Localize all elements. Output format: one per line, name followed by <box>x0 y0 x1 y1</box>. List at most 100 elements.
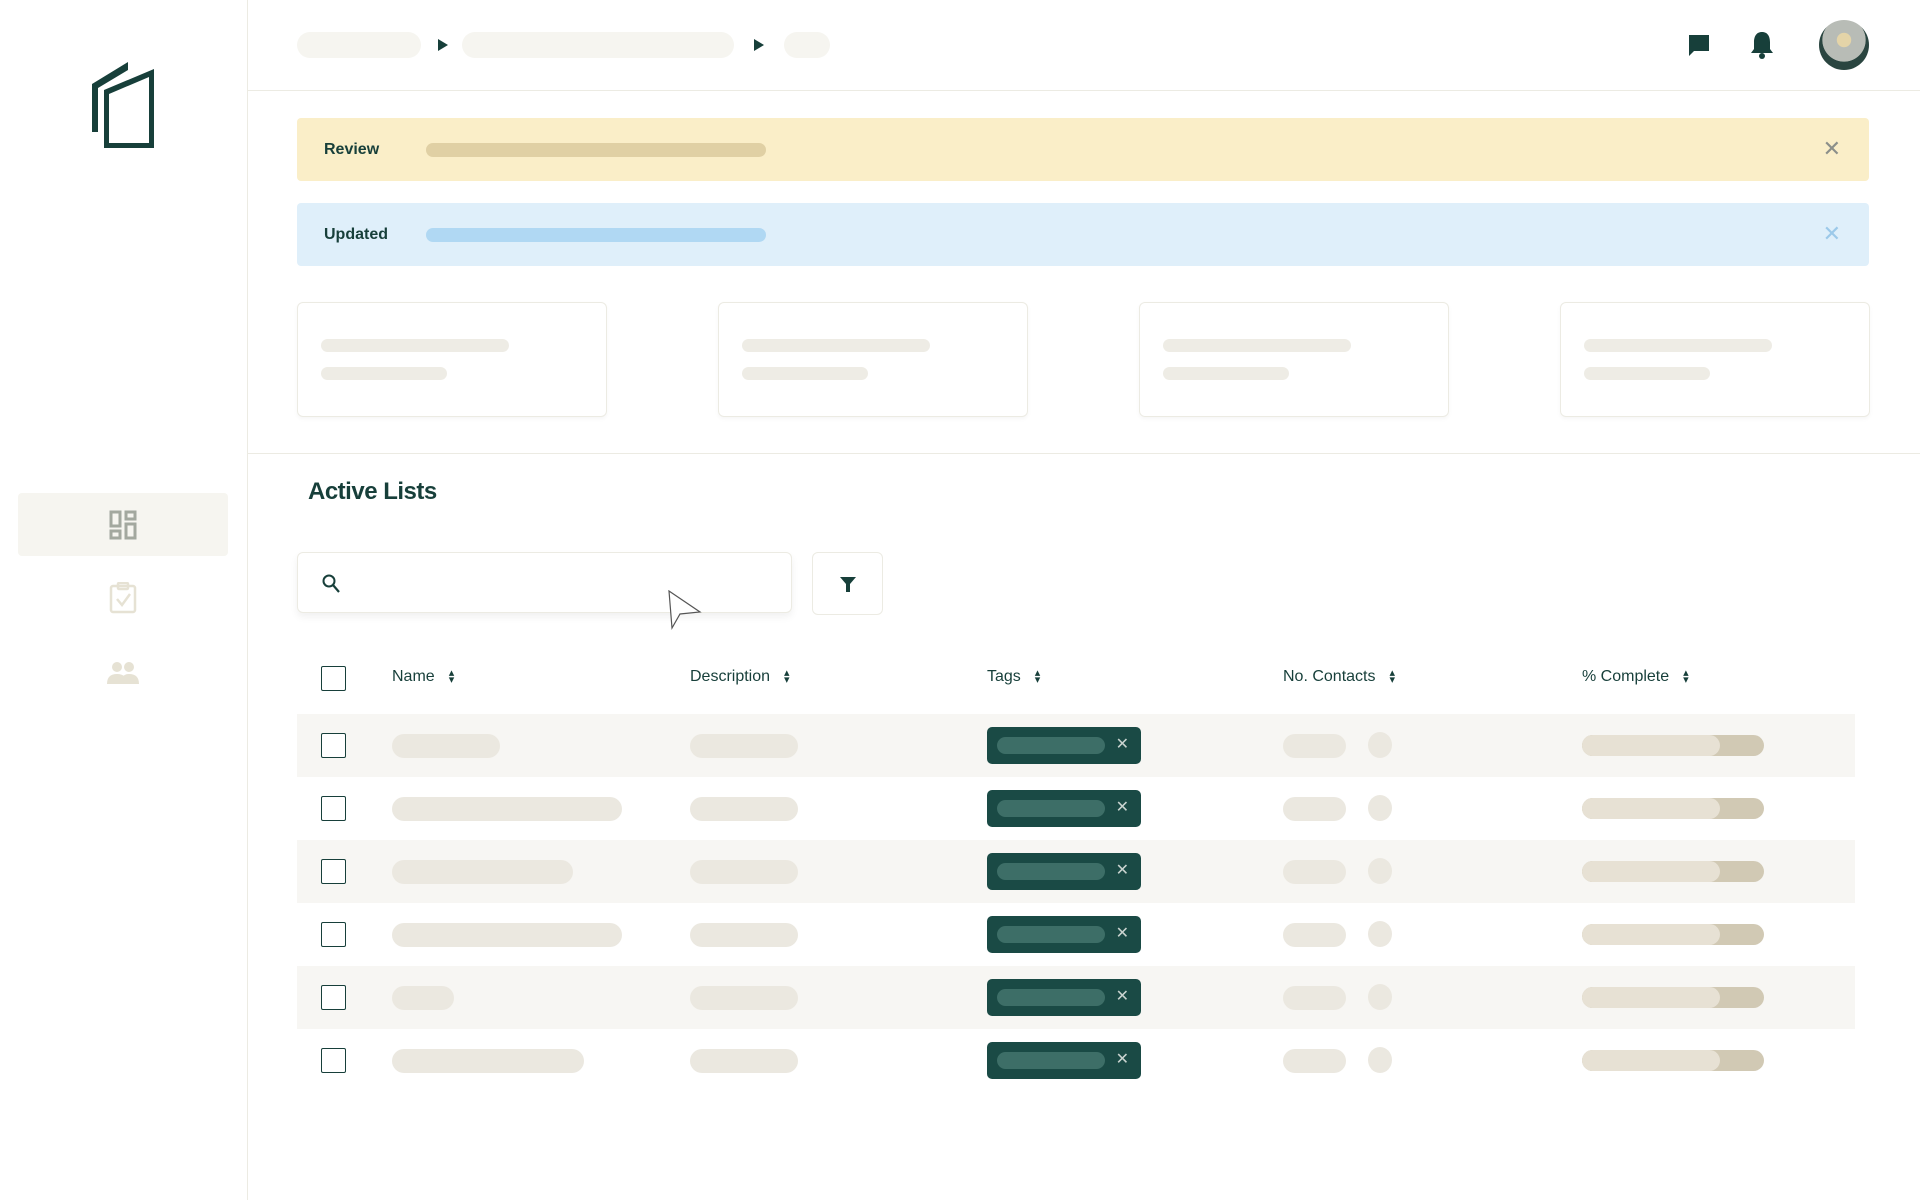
divider <box>248 453 1920 454</box>
contacts-placeholder <box>1283 860 1346 884</box>
contacts-dot <box>1368 921 1392 947</box>
table-row[interactable]: ✕ <box>297 903 1855 966</box>
column-header[interactable]: % Complete ▴ ▾ <box>1582 668 1689 686</box>
sidebar-item-dashboard[interactable] <box>18 493 228 556</box>
description-placeholder <box>690 1049 798 1073</box>
column-header-label: No. Contacts <box>1283 668 1376 685</box>
table-row[interactable]: ✕ <box>297 966 1855 1029</box>
row-checkbox[interactable] <box>321 859 346 884</box>
stat-card <box>1139 302 1449 417</box>
progress-bar <box>1582 1050 1764 1071</box>
tag-remove-icon[interactable]: ✕ <box>1116 925 1129 943</box>
filter-button[interactable] <box>812 552 883 615</box>
breadcrumb-arrow-icon <box>754 39 764 51</box>
sort-icon[interactable]: ▴ ▾ <box>1035 668 1041 686</box>
row-checkbox[interactable] <box>321 796 346 821</box>
sort-icon[interactable]: ▴ ▾ <box>1389 668 1395 686</box>
people-icon <box>107 661 139 684</box>
contacts-placeholder <box>1283 923 1346 947</box>
select-all-checkbox[interactable] <box>321 666 346 691</box>
clipboard-check-icon <box>109 581 137 613</box>
breadcrumb-arrow-icon <box>438 39 448 51</box>
column-header-label: Description <box>690 668 771 685</box>
chat-icon[interactable] <box>1688 34 1710 57</box>
name-placeholder <box>392 860 573 884</box>
name-placeholder <box>392 734 500 758</box>
contacts-placeholder <box>1283 1049 1346 1073</box>
tag-chip[interactable]: ✕ <box>987 1042 1141 1079</box>
description-placeholder <box>690 797 798 821</box>
search-icon <box>322 574 340 593</box>
description-placeholder <box>690 923 798 947</box>
table-row[interactable]: ✕ <box>297 840 1855 903</box>
tag-remove-icon[interactable]: ✕ <box>1116 862 1129 880</box>
tag-chip[interactable]: ✕ <box>987 790 1141 827</box>
table-row[interactable]: ✕ <box>297 1029 1855 1092</box>
column-header[interactable]: Name ▴ ▾ <box>392 668 454 686</box>
progress-bar <box>1582 924 1764 945</box>
sidebar-item-contacts[interactable] <box>18 641 228 704</box>
filter-icon <box>839 576 856 592</box>
contacts-placeholder <box>1283 986 1346 1010</box>
close-icon[interactable]: ✕ <box>1823 138 1841 160</box>
banner-label: Updated <box>324 225 388 243</box>
bell-icon[interactable] <box>1750 31 1774 59</box>
column-header[interactable]: Tags ▴ ▾ <box>987 668 1040 686</box>
stat-card <box>718 302 1028 417</box>
description-placeholder <box>690 860 798 884</box>
avatar[interactable] <box>1819 20 1869 70</box>
column-header-label: Tags <box>987 668 1021 685</box>
breadcrumb-item[interactable] <box>462 32 734 58</box>
row-checkbox[interactable] <box>321 922 346 947</box>
progress-fill <box>1582 861 1721 882</box>
search-input[interactable] <box>354 563 774 603</box>
contacts-dot <box>1368 795 1392 821</box>
stat-card <box>297 302 607 417</box>
progress-fill <box>1582 924 1721 945</box>
tag-chip[interactable]: ✕ <box>987 916 1141 953</box>
sort-icon[interactable]: ▴ ▾ <box>784 668 790 686</box>
table-row[interactable]: ✕ <box>297 777 1855 840</box>
updated-banner: Updated ✕ <box>297 203 1869 266</box>
name-placeholder <box>392 986 454 1010</box>
name-placeholder <box>392 797 622 821</box>
contacts-dot <box>1368 858 1392 884</box>
row-checkbox[interactable] <box>321 1048 346 1073</box>
progress-fill <box>1582 798 1721 819</box>
sort-icon[interactable]: ▴ ▾ <box>449 668 455 686</box>
progress-bar <box>1582 735 1764 756</box>
section-title: Active Lists <box>308 478 437 505</box>
column-header-label: Name <box>392 668 435 685</box>
row-checkbox[interactable] <box>321 985 346 1010</box>
tag-remove-icon[interactable]: ✕ <box>1116 736 1129 754</box>
contacts-placeholder <box>1283 797 1346 821</box>
description-placeholder <box>690 734 798 758</box>
row-checkbox[interactable] <box>321 733 346 758</box>
column-header[interactable]: No. Contacts ▴ ▾ <box>1283 668 1395 686</box>
progress-bar <box>1582 861 1764 882</box>
contacts-dot <box>1368 732 1392 758</box>
review-banner: Review ✕ <box>297 118 1869 181</box>
column-header-label: % Complete <box>1582 668 1670 685</box>
close-icon[interactable]: ✕ <box>1823 223 1841 245</box>
progress-bar <box>1582 798 1764 819</box>
tag-remove-icon[interactable]: ✕ <box>1116 1051 1129 1069</box>
contacts-placeholder <box>1283 734 1346 758</box>
stat-card <box>1560 302 1870 417</box>
progress-fill <box>1582 987 1721 1008</box>
tag-chip[interactable]: ✕ <box>987 979 1141 1016</box>
banner-text-placeholder <box>426 227 766 242</box>
tag-chip[interactable]: ✕ <box>987 853 1141 890</box>
tag-chip[interactable]: ✕ <box>987 727 1141 764</box>
sidebar-item-tasks[interactable] <box>18 566 228 629</box>
table-row[interactable]: ✕ <box>297 714 1855 777</box>
search-input-box[interactable] <box>297 552 792 613</box>
breadcrumb-item[interactable] <box>784 32 830 58</box>
breadcrumb-item[interactable] <box>297 32 421 58</box>
tag-remove-icon[interactable]: ✕ <box>1116 799 1129 817</box>
column-header[interactable]: Description ▴ ▾ <box>690 668 790 686</box>
tag-remove-icon[interactable]: ✕ <box>1116 988 1129 1006</box>
sort-icon[interactable]: ▴ ▾ <box>1683 668 1689 686</box>
contacts-dot <box>1368 1047 1392 1073</box>
contacts-dot <box>1368 984 1392 1010</box>
